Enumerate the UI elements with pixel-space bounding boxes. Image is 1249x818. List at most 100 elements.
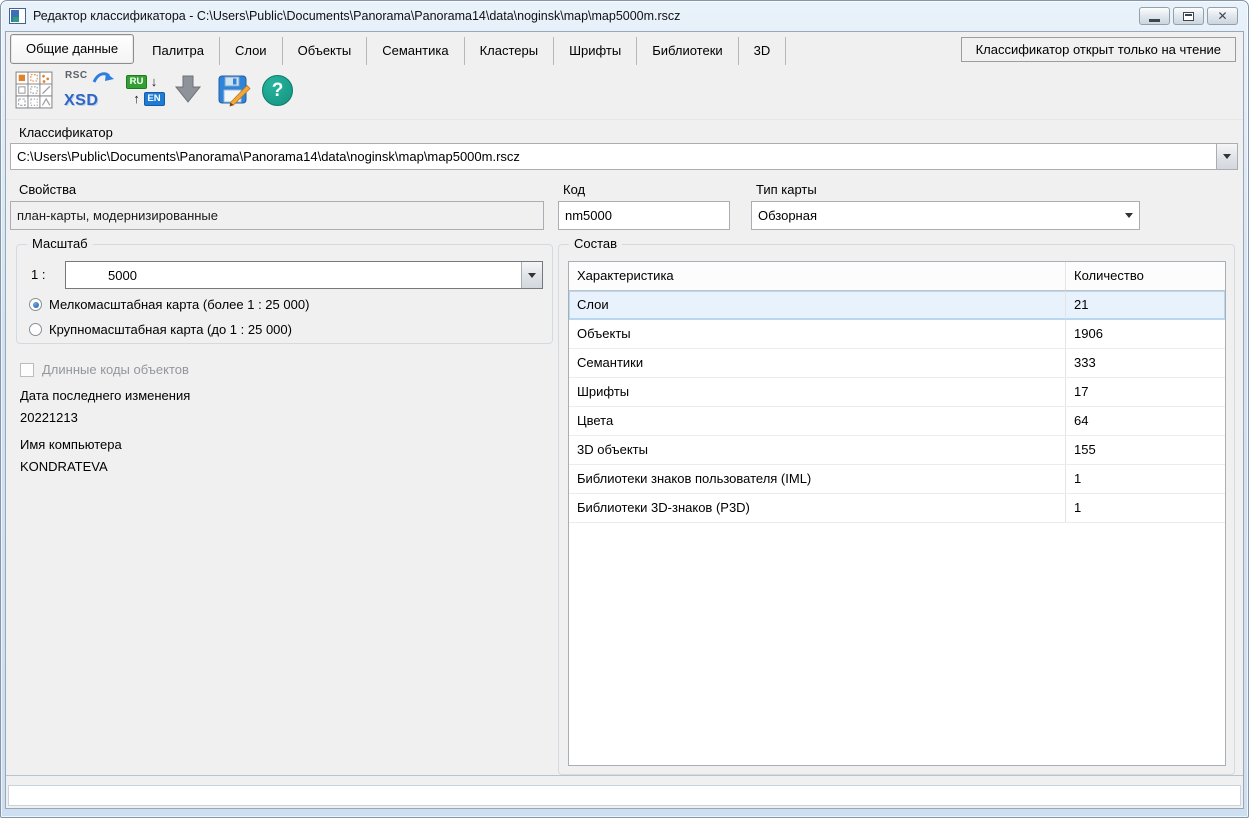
download-arrow-icon [170,72,206,108]
count-cell: 333 [1066,349,1225,377]
characteristic-cell: Семантики [569,349,1066,377]
rsc-to-xsd-icon: RSC XSD [64,70,116,110]
computer-name-value: KONDRATEVA [20,459,108,474]
en-badge: EN [144,92,165,106]
table-row[interactable]: Семантики333 [569,349,1225,378]
table-row[interactable]: Шрифты17 [569,378,1225,407]
minimize-icon [1149,19,1160,22]
convert-arrow-icon [92,70,114,85]
map-type-label: Тип карты [756,182,817,197]
long-codes-option: Длинные коды объектов [20,362,189,377]
load-button[interactable] [170,72,206,108]
tab-palette[interactable]: Палитра [137,37,220,65]
map-type-select[interactable]: Обзорная [751,201,1140,230]
app-icon [9,8,26,24]
composition-table-header: Характеристика Количество [569,262,1225,291]
tab-3d[interactable]: 3D [739,37,787,65]
characteristic-cell: Библиотеки знаков пользователя (IML) [569,465,1066,493]
table-row[interactable]: 3D объекты155 [569,436,1225,465]
table-row[interactable]: Объекты1906 [569,320,1225,349]
scale-dropdown-button[interactable] [521,262,542,288]
map-type-value: Обзорная [752,208,1118,223]
characteristic-cell: Слои [569,291,1066,319]
count-cell: 1906 [1066,320,1225,348]
maximize-icon [1183,12,1194,21]
translate-ru-en-button[interactable]: RU ↓ ↑ EN [126,74,160,106]
long-codes-label: Длинные коды объектов [42,362,189,377]
count-cell: 21 [1066,291,1225,319]
client-area: Общие данные Палитра Слои Объекты Семант… [5,31,1244,809]
count-cell: 1 [1066,494,1225,522]
close-button[interactable]: ✕ [1207,7,1238,25]
maximize-button[interactable] [1173,7,1204,25]
count-cell: 155 [1066,436,1225,464]
count-cell: 64 [1066,407,1225,435]
scale-legend: Масштаб [27,236,93,251]
characteristic-cell: Шрифты [569,378,1066,406]
classifier-value: C:\Users\Public\Documents\Panorama\Panor… [11,149,1216,164]
long-codes-checkbox [20,363,34,377]
table-row[interactable]: Библиотеки знаков пользователя (IML)1 [569,465,1225,494]
classifier-combobox[interactable]: C:\Users\Public\Documents\Panorama\Panor… [10,143,1238,170]
table-row[interactable]: Библиотеки 3D-знаков (P3D)1 [569,494,1225,523]
chevron-down-icon [1223,154,1231,159]
minimize-button[interactable] [1139,7,1170,25]
characteristic-cell: Цвета [569,407,1066,435]
save-button[interactable] [216,72,252,108]
tab-general[interactable]: Общие данные [10,34,134,64]
ru-badge: RU [126,75,147,89]
signs-table-button[interactable] [14,71,54,109]
small-scale-label: Мелкомасштабная карта (более 1 : 25 000) [49,297,309,312]
question-glyph: ? [272,81,284,100]
toolbar: RSC XSD RU ↓ ↑ EN [6,65,1243,120]
help-button[interactable]: ? [262,75,293,106]
composition-table: Характеристика Количество Слои21Объекты1… [568,261,1226,766]
composition-legend: Состав [569,236,622,251]
characteristic-cell: Объекты [569,320,1066,348]
small-scale-option[interactable]: Мелкомасштабная карта (более 1 : 25 000) [29,297,309,312]
last-modified-label: Дата последнего изменения [20,388,190,403]
large-scale-label: Крупномасштабная карта (до 1 : 25 000) [49,322,292,337]
composition-groupbox: Состав Характеристика Количество Слои21О… [558,244,1235,775]
count-cell: 1 [1066,465,1225,493]
classifier-label: Классификатор [19,125,113,140]
tab-fonts[interactable]: Шрифты [554,37,637,65]
tab-libraries[interactable]: Библиотеки [637,37,738,65]
arrow-down-icon: ↓ [151,75,158,88]
large-scale-option[interactable]: Крупномасштабная карта (до 1 : 25 000) [29,322,292,337]
code-label: Код [563,182,585,197]
classifier-dropdown-button[interactable] [1216,144,1237,169]
title-bar: Редактор классификатора - C:\Users\Publi… [1,1,1248,31]
readonly-notice: Классификатор открыт только на чтение [961,37,1236,62]
column-header-count[interactable]: Количество [1066,262,1225,290]
tab-objects[interactable]: Объекты [283,37,368,65]
tab-semantics[interactable]: Семантика [367,37,464,65]
small-scale-radio[interactable] [29,298,42,311]
status-bar [8,785,1241,806]
tab-clusters[interactable]: Кластеры [465,37,555,65]
tab-layers[interactable]: Слои [220,37,283,65]
scale-combobox[interactable]: 5000 [65,261,543,289]
table-row[interactable]: Слои21 [569,291,1225,320]
count-cell: 17 [1066,378,1225,406]
signs-table-icon [14,71,54,109]
characteristic-cell: 3D объекты [569,436,1066,464]
table-row[interactable]: Цвета64 [569,407,1225,436]
scale-value: 5000 [66,268,521,283]
content-divider [6,775,1243,776]
scale-groupbox: Масштаб 1 : 5000 Мелкомасштабная карта (… [16,244,553,344]
rsc-to-xsd-button[interactable]: RSC XSD [64,70,116,110]
save-icon [216,72,252,108]
xsd-label: XSD [64,92,98,110]
computer-name-label: Имя компьютера [20,437,122,452]
code-input[interactable] [558,201,730,230]
large-scale-radio[interactable] [29,323,42,336]
window-title: Редактор классификатора - C:\Users\Publi… [33,9,680,23]
chevron-down-icon [528,273,536,278]
help-icon: ? [262,75,293,106]
properties-label: Свойства [19,182,76,197]
scale-prefix: 1 : [31,267,45,282]
translate-icon: RU ↓ ↑ EN [126,74,160,106]
column-header-characteristic[interactable]: Характеристика [569,262,1066,290]
characteristic-cell: Библиотеки 3D-знаков (P3D) [569,494,1066,522]
